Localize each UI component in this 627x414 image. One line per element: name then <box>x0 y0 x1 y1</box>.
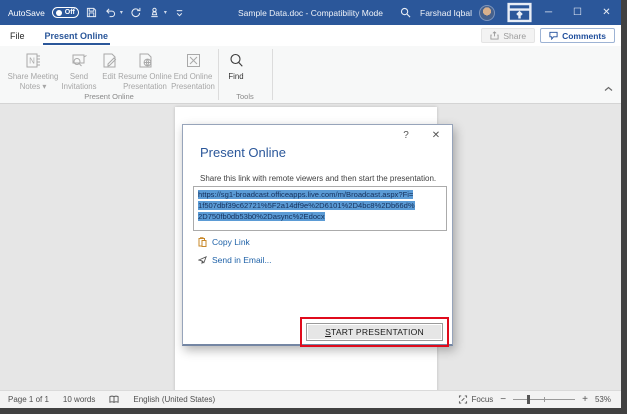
dialog-title: Present Online <box>200 145 286 160</box>
send-email-icon <box>198 256 207 265</box>
maximize-button[interactable]: ☐ <box>563 0 592 25</box>
start-presentation-button[interactable]: START PRESENTATION <box>306 323 443 341</box>
zoom-slider-thumb[interactable] <box>526 395 530 404</box>
clipboard-icon <box>198 237 207 247</box>
zoom-out-button[interactable]: − <box>500 394 506 405</box>
focus-label: Focus <box>471 395 494 404</box>
dropdown-caret-icon: ▾ <box>42 82 47 92</box>
edit-label: Edit <box>102 72 116 81</box>
zoom-slider-midpoint <box>544 397 546 402</box>
zoom-slider[interactable] <box>513 395 576 404</box>
quick-access-toolbar: AutoSave Off ▾ ▾ <box>0 7 186 19</box>
undo-dropdown-caret[interactable]: ▾ <box>120 9 123 16</box>
user-avatar[interactable] <box>479 4 495 21</box>
find-label: Find <box>228 72 244 81</box>
comments-button[interactable]: Comments <box>540 28 615 43</box>
group-separator <box>272 49 273 100</box>
autosave-toggle[interactable]: Off <box>51 7 79 18</box>
stamp-icon[interactable] <box>149 7 161 19</box>
share-icon <box>490 31 499 40</box>
find-icon <box>228 49 245 69</box>
autosave-state: Off <box>64 9 75 16</box>
save-icon[interactable] <box>86 7 98 19</box>
document-area: ? ✕ Present Online Share this link with … <box>0 104 621 390</box>
title-bar: AutoSave Off ▾ ▾ Sample Data.doc - Compa… <box>0 0 621 25</box>
language-indicator[interactable]: English (United States) <box>133 395 215 404</box>
share-button[interactable]: Share <box>481 28 536 43</box>
link-line-1: https://sg1-broadcast.officeapps.live.co… <box>198 190 414 199</box>
close-button[interactable]: ✕ <box>592 0 621 25</box>
titlebar-right: Farshad Iqbal ─ ☐ ✕ <box>391 0 621 25</box>
link-line-2: 1f507dbf39c62721%5F2a14df9e%2D6101%2D4bc… <box>198 200 415 210</box>
send-invitations-icon <box>71 49 88 69</box>
word-window: AutoSave Off ▾ ▾ Sample Data.doc - Compa… <box>0 0 621 408</box>
document-title: Sample Data.doc - Compatibility Mode <box>237 7 384 18</box>
redo-icon[interactable] <box>130 7 142 19</box>
word-count[interactable]: 10 words <box>63 395 95 404</box>
resume-online-presentation-button[interactable]: Resume Online Presentation <box>118 49 172 92</box>
share-meeting-notes-label: Share Meeting Notes <box>7 72 59 92</box>
tab-present-online[interactable]: Present Online <box>35 25 119 46</box>
resume-presentation-label: Resume Online Presentation <box>118 72 172 92</box>
search-icon[interactable] <box>391 0 420 25</box>
onenote-icon: N <box>25 49 42 69</box>
dialog-help-button[interactable]: ? <box>398 128 414 142</box>
ribbon-tab-row: File Present Online Share Comments <box>0 25 621 46</box>
start-button-label: TART PRESENTATION <box>331 327 424 337</box>
link-line-3: 2D750fb0db53b0%2Dasync%2Edocx <box>198 211 325 221</box>
send-email-label: Send in Email... <box>212 255 272 265</box>
broadcast-link-textbox[interactable]: https://sg1-broadcast.officeapps.live.co… <box>193 186 447 231</box>
ribbon-display-options-icon[interactable] <box>505 0 534 25</box>
focus-icon <box>458 395 467 404</box>
proofing-icon[interactable] <box>109 395 119 404</box>
group-label-present-online: Present Online <box>84 92 134 101</box>
page-indicator[interactable]: Page 1 of 1 <box>8 395 49 404</box>
end-presentation-icon <box>185 49 202 69</box>
user-name[interactable]: Farshad Iqbal <box>420 8 472 18</box>
status-bar: Page 1 of 1 10 words English (United Sta… <box>0 390 621 408</box>
send-in-email-button[interactable]: Send in Email... <box>198 255 272 265</box>
copy-link-button[interactable]: Copy Link <box>198 237 250 247</box>
stamp-dropdown-caret[interactable]: ▾ <box>164 9 167 16</box>
minimize-button[interactable]: ─ <box>534 0 563 25</box>
zoom-level[interactable]: 53% <box>595 395 611 404</box>
present-online-dialog: ? ✕ Present Online Share this link with … <box>182 124 453 347</box>
dialog-instruction: Share this link with remote viewers and … <box>200 174 437 183</box>
ribbon: N Share Meeting Notes ▾ Send Invitations… <box>0 46 621 104</box>
edit-icon <box>101 49 118 69</box>
qat-customize-icon[interactable] <box>174 7 186 19</box>
collapse-ribbon-icon[interactable] <box>604 79 613 97</box>
svg-text:N: N <box>29 57 35 66</box>
tab-file[interactable]: File <box>0 25 35 46</box>
zoom-in-button[interactable]: + <box>582 394 588 405</box>
focus-mode-button[interactable]: Focus <box>458 395 494 404</box>
comments-button-label: Comments <box>562 30 606 41</box>
autosave-label: AutoSave <box>8 7 45 18</box>
toggle-knob-icon <box>55 9 62 16</box>
find-button[interactable]: Find <box>209 49 263 82</box>
dialog-close-button[interactable]: ✕ <box>428 128 444 142</box>
copy-link-label: Copy Link <box>212 237 250 247</box>
resume-presentation-icon <box>137 49 154 69</box>
undo-icon[interactable] <box>105 7 117 19</box>
share-button-label: Share <box>503 30 527 41</box>
group-label-tools: Tools <box>236 92 254 101</box>
comments-icon <box>549 31 558 40</box>
